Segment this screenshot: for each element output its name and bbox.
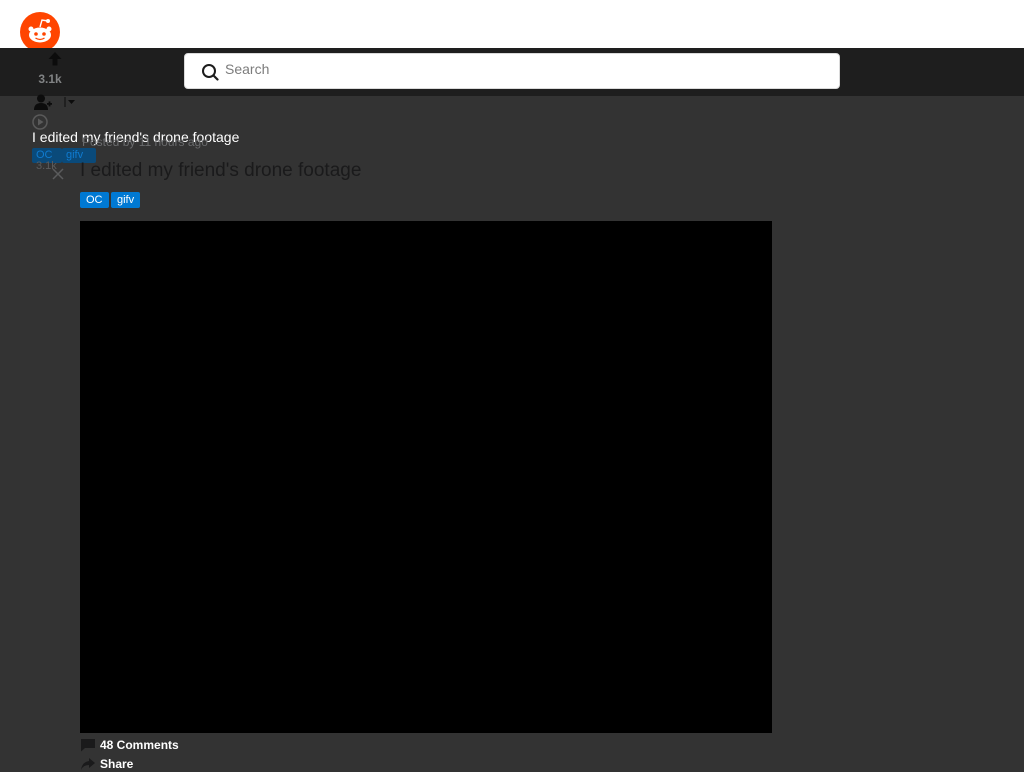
post-title: I edited my friend's drone footage: [80, 160, 362, 181]
search-box[interactable]: [184, 53, 840, 89]
posted-by: Posted by 11 hours ago: [82, 135, 208, 149]
upvote-icon[interactable]: [48, 52, 62, 66]
share-button[interactable]: Share: [80, 756, 133, 772]
comments-label: 48 Comments: [100, 738, 179, 752]
search-input[interactable]: [225, 60, 825, 78]
comment-icon: [81, 739, 95, 752]
post-flair-oc[interactable]: OC: [80, 192, 109, 208]
post-flair-gifv[interactable]: gifv: [111, 192, 141, 208]
vote-score: 3.1k: [38, 72, 62, 86]
play-icon[interactable]: [32, 114, 48, 130]
comments-button[interactable]: 48 Comments: [80, 737, 179, 753]
search-icon: [202, 64, 219, 81]
caret-down-icon[interactable]: [64, 97, 76, 107]
share-icon: [81, 758, 95, 770]
video-player[interactable]: [80, 221, 772, 733]
top-header: [0, 0, 1024, 48]
reddit-logo-icon[interactable]: [20, 12, 60, 52]
share-label: Share: [100, 757, 134, 771]
join-icon[interactable]: [34, 94, 52, 110]
close-icon[interactable]: [52, 168, 64, 180]
